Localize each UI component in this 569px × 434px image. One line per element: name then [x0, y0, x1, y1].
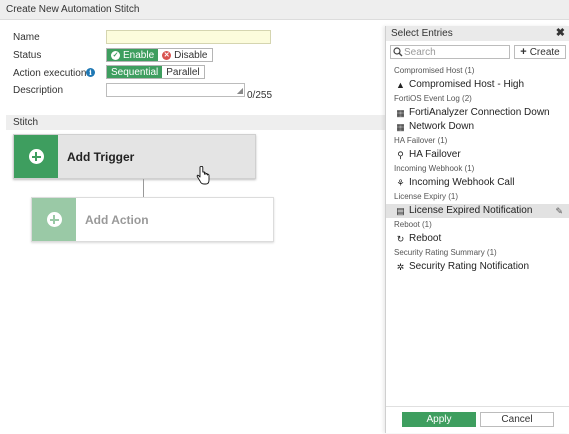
cross-icon: ✕: [162, 50, 172, 60]
list-item[interactable]: ▦ Network Down: [386, 120, 569, 134]
search-input[interactable]: Search: [390, 45, 510, 59]
add-trigger-button[interactable]: Add Trigger: [13, 134, 256, 179]
status-disable-label: Disable: [174, 49, 208, 61]
sitemap-icon: ⚲: [397, 150, 404, 160]
description-textarea[interactable]: ◢: [106, 83, 245, 97]
entries-list: Compromised Host (1) ▲ Compromised Host …: [386, 64, 569, 274]
add-trigger-label: Add Trigger: [67, 149, 135, 164]
status-toggle: ✓ Enable ✕ Disable: [106, 48, 213, 62]
create-label: Create: [529, 46, 560, 58]
plus-icon: [46, 212, 62, 227]
plus-icon: [28, 149, 44, 164]
pencil-icon[interactable]: ✎: [555, 204, 563, 218]
group-header: FortiOS Event Log (2): [394, 94, 472, 103]
list-item-label: Incoming Webhook Call: [409, 177, 515, 188]
log-icon: ▦: [396, 122, 405, 132]
log-icon: ▦: [396, 108, 405, 118]
name-input[interactable]: [106, 30, 271, 44]
list-item[interactable]: ✲ Security Rating Notification: [386, 260, 569, 274]
webhook-icon: ⚘: [396, 178, 405, 188]
list-item[interactable]: ⚲ HA Failover: [386, 148, 569, 162]
plus-icon: +: [520, 46, 527, 58]
description-label: Description: [13, 85, 64, 96]
reboot-icon: ↻: [396, 234, 405, 244]
list-item-label: FortiAnalyzer Connection Down: [409, 107, 550, 118]
list-item-label: Reboot: [409, 233, 442, 244]
name-label: Name: [13, 32, 40, 43]
status-label: Status: [13, 50, 42, 61]
trigger-plus-box: [14, 135, 58, 178]
info-icon[interactable]: i: [86, 68, 95, 77]
stitch-section-label: Stitch: [13, 117, 39, 128]
sequential-option[interactable]: Sequential: [107, 66, 163, 78]
list-item-selected[interactable]: ▤ License Expired Notification ✎: [386, 204, 569, 218]
list-item-label: License Expired Notification: [409, 205, 533, 216]
panel-title: Select Entries: [391, 28, 453, 39]
apply-button[interactable]: Apply: [402, 412, 476, 427]
connector-line: [143, 179, 144, 197]
description-char-count: 0/255: [247, 90, 273, 101]
stitch-section-header: Stitch: [6, 115, 385, 130]
action-execution-label: Action execution: [13, 68, 87, 79]
panel-header: Select Entries ✖: [386, 26, 569, 41]
list-item-label: HA Failover: [409, 149, 461, 160]
panel-footer: Apply Cancel: [386, 406, 569, 434]
close-icon[interactable]: ✖: [556, 26, 565, 39]
list-item[interactable]: ⚘ Incoming Webhook Call: [386, 176, 569, 190]
group-header: Reboot (1): [394, 220, 432, 229]
warning-icon: ▲: [396, 80, 405, 90]
search-placeholder: Search: [404, 47, 436, 58]
hand-cursor-icon: [196, 166, 210, 185]
group-header: Security Rating Summary (1): [394, 248, 497, 257]
group-header: HA Failover (1): [394, 136, 448, 145]
list-item-label: Network Down: [409, 121, 475, 132]
select-entries-panel: Select Entries ✖ Search + Create Comprom…: [385, 26, 569, 433]
check-icon: ✓: [111, 50, 120, 60]
list-item[interactable]: ▲ Compromised Host - High: [386, 78, 569, 92]
dialog-titlebar: Create New Automation Stitch: [0, 0, 569, 20]
cancel-button[interactable]: Cancel: [480, 412, 554, 427]
parallel-option[interactable]: Parallel: [162, 66, 203, 78]
search-icon: [393, 47, 403, 57]
action-plus-box: [32, 198, 76, 241]
group-header: Compromised Host (1): [394, 66, 475, 75]
list-item[interactable]: ↻ Reboot: [386, 232, 569, 246]
status-enable-label: Enable: [123, 49, 155, 61]
resize-grip-icon[interactable]: ◢: [237, 87, 243, 95]
status-disable-option[interactable]: ✕ Disable: [158, 49, 211, 61]
list-item[interactable]: ▦ FortiAnalyzer Connection Down: [386, 106, 569, 120]
status-enable-option[interactable]: ✓ Enable: [107, 49, 159, 61]
list-item-label: Security Rating Notification: [409, 261, 530, 272]
add-action-label: Add Action: [85, 212, 149, 227]
action-execution-toggle: Sequential Parallel: [106, 65, 205, 79]
add-action-button[interactable]: Add Action: [31, 197, 274, 242]
license-icon: ▤: [396, 206, 405, 216]
group-header: License Expiry (1): [394, 192, 459, 201]
dialog-title: Create New Automation Stitch: [6, 4, 140, 15]
list-item-label: Compromised Host - High: [409, 79, 525, 90]
create-button[interactable]: + Create: [514, 45, 566, 59]
group-header: Incoming Webhook (1): [394, 164, 475, 173]
rating-icon: ✲: [396, 262, 405, 272]
